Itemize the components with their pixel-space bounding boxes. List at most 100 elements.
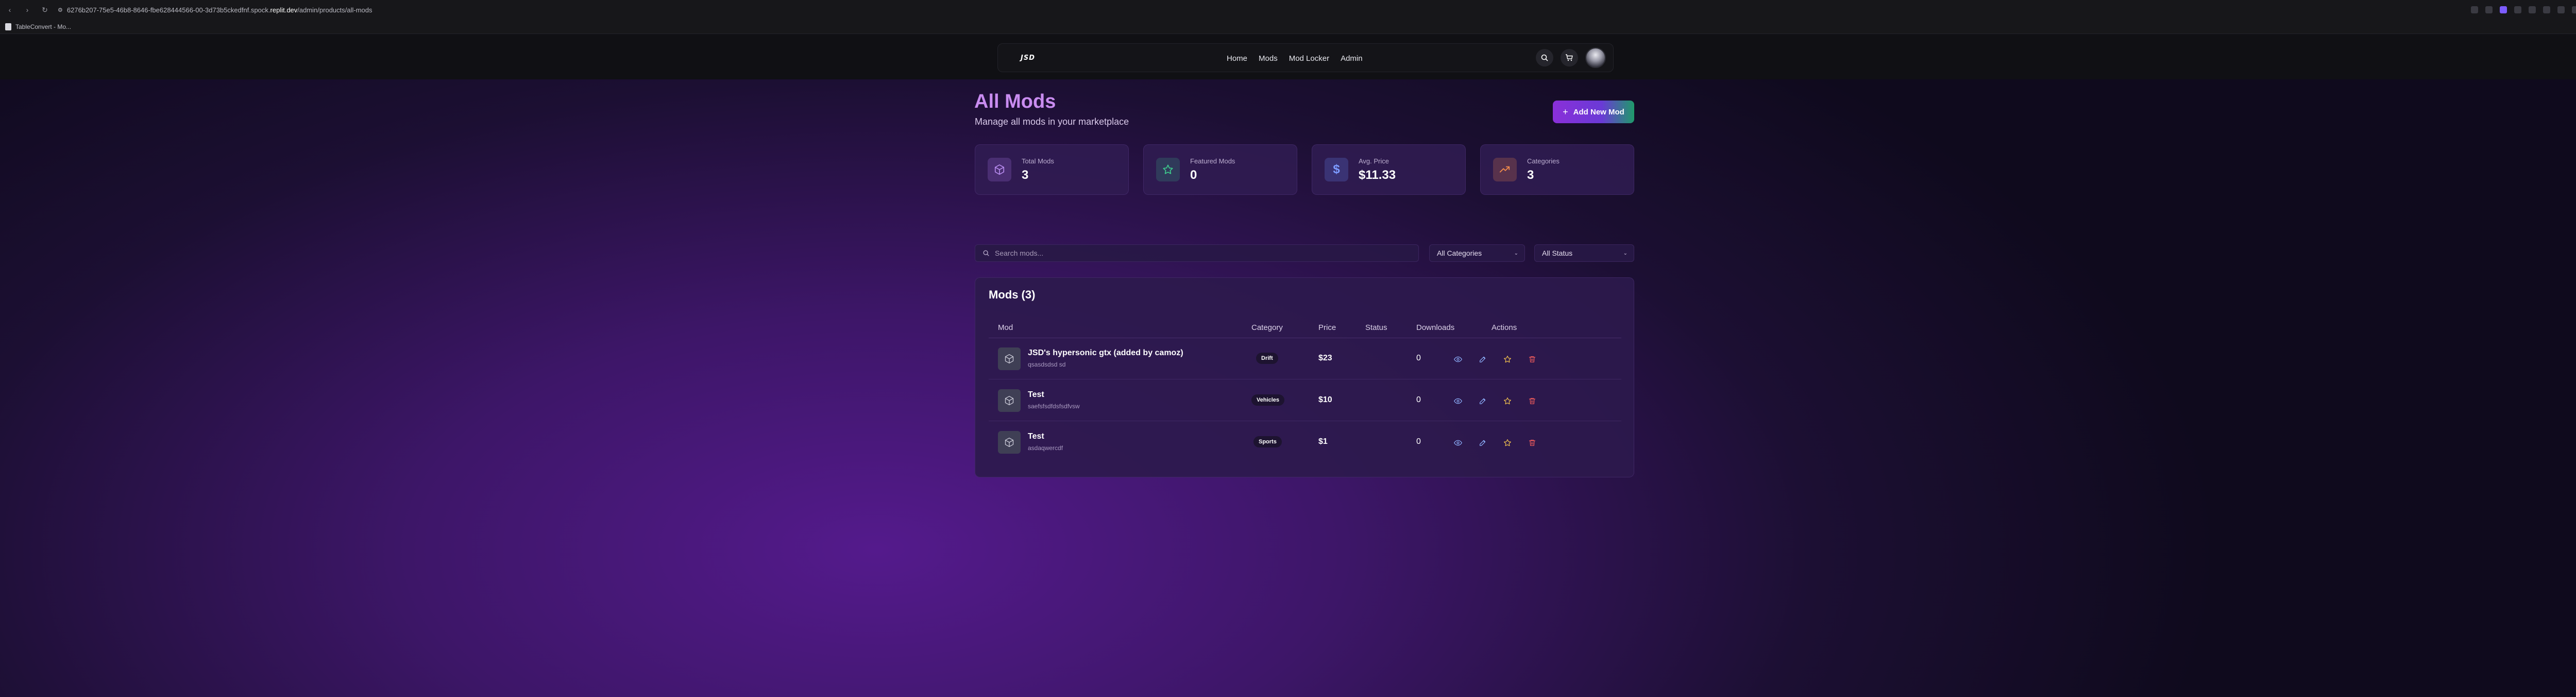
page-icon xyxy=(5,23,11,30)
mod-downloads: 0 xyxy=(1416,354,1421,362)
nav-mods[interactable]: Mods xyxy=(1259,54,1278,63)
delete-button[interactable] xyxy=(1524,352,1540,367)
page-subtitle: Manage all mods in your marketplace xyxy=(975,117,1129,127)
plus-icon: + xyxy=(1563,106,1568,117)
mod-description: saefsfsdfdsfsdfvsw xyxy=(1028,403,1080,410)
stat-card-avg-price: $ Avg. Price $11.33 xyxy=(1312,144,1466,195)
mod-thumbnail xyxy=(998,431,1021,454)
url-domain: replit.dev xyxy=(270,6,298,14)
star-icon xyxy=(1504,439,1511,446)
view-button[interactable] xyxy=(1450,435,1466,451)
status-select-value: All Status xyxy=(1542,249,1573,257)
url-suffix: /admin/products/all-mods xyxy=(297,6,372,14)
eye-icon xyxy=(1454,356,1462,362)
status-select[interactable]: All Status ⌄ xyxy=(1534,244,1634,262)
star-icon xyxy=(1504,397,1511,405)
search-button[interactable] xyxy=(1536,49,1553,67)
table-row: Test saefsfsdfdsfsdfvsw Vehicles $10 0 xyxy=(989,380,1621,421)
add-new-mod-button[interactable]: + Add New Mod xyxy=(1553,101,1634,123)
nav-mod-locker[interactable]: Mod Locker xyxy=(1289,54,1329,63)
trending-up-icon xyxy=(1493,158,1517,181)
edit-icon xyxy=(1480,398,1486,404)
eye-icon xyxy=(1454,398,1462,404)
cart-button[interactable] xyxy=(1561,49,1578,67)
stat-value: 0 xyxy=(1190,168,1197,182)
feature-button[interactable] xyxy=(1500,435,1515,451)
row-actions xyxy=(1450,435,1540,451)
stats-row: Total Mods 3 Featured Mods 0 $ Avg. Pric… xyxy=(975,144,1634,195)
feature-button[interactable] xyxy=(1500,393,1515,409)
chevron-down-icon: ⌄ xyxy=(1623,250,1628,256)
mod-name: Test xyxy=(1028,432,1044,441)
mod-name: JSD's hypersonic gtx (added by camoz) xyxy=(1028,348,1183,357)
extension-icon[interactable] xyxy=(2485,6,2493,13)
stat-label: Categories xyxy=(1527,157,1560,165)
table-row: Test asdaqwercdf Sports $1 0 xyxy=(989,422,1621,463)
extension-icon[interactable] xyxy=(2543,6,2550,13)
mod-price: $10 xyxy=(1318,395,1332,404)
delete-button[interactable] xyxy=(1524,393,1540,409)
bookmark-item[interactable]: TableConvert - Mo... xyxy=(15,23,71,30)
column-header-actions: Actions xyxy=(1492,323,1517,332)
stat-label: Total Mods xyxy=(1022,157,1054,165)
category-badge: Drift xyxy=(1256,353,1278,364)
category-select[interactable]: All Categories ⌄ xyxy=(1429,244,1525,262)
trash-icon xyxy=(1529,440,1535,446)
mod-description: asdaqwercdf xyxy=(1028,444,1063,452)
column-header-downloads: Downloads xyxy=(1416,323,1455,332)
nav-actions xyxy=(1536,47,1606,68)
category-badge: Vehicles xyxy=(1251,394,1285,406)
mod-price: $1 xyxy=(1318,437,1328,446)
page-title: All Mods xyxy=(974,91,1056,112)
mods-table-card: Mods (3) Mod Category Price Status Downl… xyxy=(975,277,1634,477)
nav-home[interactable]: Home xyxy=(1227,54,1247,63)
edit-button[interactable] xyxy=(1475,393,1490,409)
page-background: JSD Home Mods Mod Locker Admin All Mods … xyxy=(0,34,2576,697)
site-logo[interactable]: JSD xyxy=(1021,54,1035,62)
search-icon xyxy=(1541,54,1548,61)
extension-icon[interactable] xyxy=(2514,6,2521,13)
mod-description: qsasdsdsd sd xyxy=(1028,361,1066,368)
cart-icon xyxy=(1566,54,1573,61)
edit-button[interactable] xyxy=(1475,352,1490,367)
table-row: JSD's hypersonic gtx (added by camoz) qs… xyxy=(989,338,1621,379)
search-input[interactable] xyxy=(995,249,1397,257)
trash-icon xyxy=(1529,398,1535,404)
delete-button[interactable] xyxy=(1524,435,1540,451)
site-info-icon[interactable]: ⚙ xyxy=(58,7,63,13)
nav-admin[interactable]: Admin xyxy=(1341,54,1363,63)
reload-icon[interactable]: ↻ xyxy=(40,5,49,14)
extension-icon[interactable] xyxy=(2500,6,2507,13)
stat-value: 3 xyxy=(1022,168,1029,182)
avatar[interactable] xyxy=(1585,47,1606,68)
nav-links: Home Mods Mod Locker Admin xyxy=(1227,44,1363,73)
extension-icon[interactable] xyxy=(2529,6,2536,13)
eye-icon xyxy=(1454,440,1462,446)
chevron-down-icon: ⌄ xyxy=(1514,250,1518,256)
mod-downloads: 0 xyxy=(1416,437,1421,446)
extension-icon[interactable] xyxy=(2572,6,2576,13)
view-button[interactable] xyxy=(1450,393,1466,409)
cube-icon xyxy=(988,158,1011,181)
dollar-icon: $ xyxy=(1325,158,1348,181)
address-bar[interactable]: ⚙ 6276b207-75e5-46b8-8646-fbe628444566-0… xyxy=(58,6,372,14)
row-actions xyxy=(1450,393,1540,409)
search-icon xyxy=(983,250,989,256)
column-header-price: Price xyxy=(1318,323,1336,332)
edit-icon xyxy=(1480,356,1486,362)
view-button[interactable] xyxy=(1450,352,1466,367)
search-box xyxy=(975,244,1419,262)
extension-icon[interactable] xyxy=(2557,6,2565,13)
table-title: Mods (3) xyxy=(989,288,1036,301)
mod-thumbnail xyxy=(998,347,1021,370)
bookmarks-bar: TableConvert - Mo... xyxy=(0,20,2576,34)
navbar: JSD Home Mods Mod Locker Admin xyxy=(997,43,1614,72)
feature-button[interactable] xyxy=(1500,352,1515,367)
extension-icon[interactable] xyxy=(2471,6,2478,13)
star-icon xyxy=(1156,158,1180,181)
back-icon[interactable]: ‹ xyxy=(5,5,14,14)
forward-icon[interactable]: › xyxy=(23,5,32,14)
cube-icon xyxy=(1005,396,1014,405)
stat-card-categories: Categories 3 xyxy=(1480,144,1634,195)
edit-button[interactable] xyxy=(1475,435,1490,451)
